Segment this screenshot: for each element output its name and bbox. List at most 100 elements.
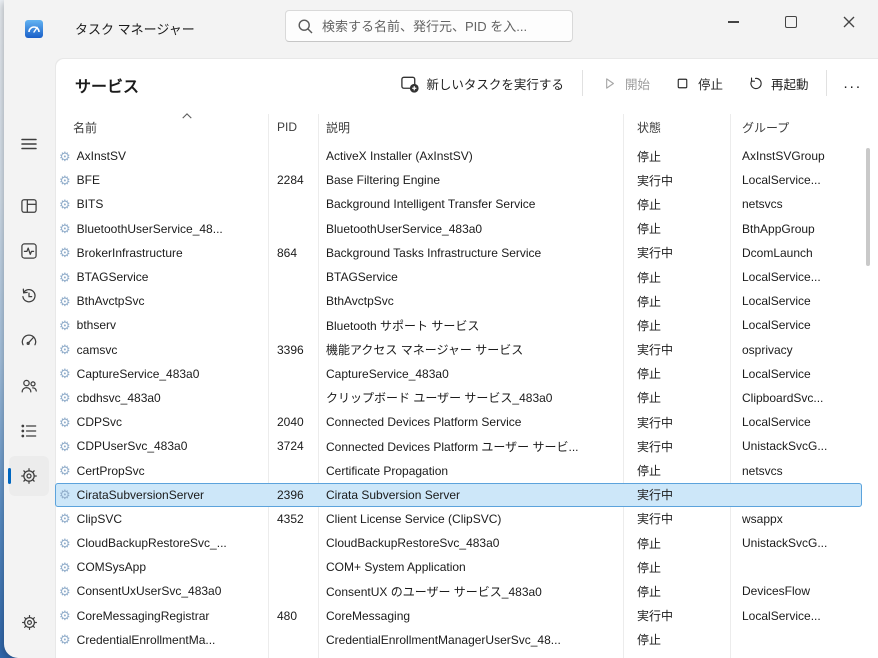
table-row[interactable]: ⚙CryptSvc 2400 Cryptographic Services 実行… bbox=[55, 652, 862, 658]
service-status: 実行中 bbox=[623, 510, 730, 527]
table-row[interactable]: ⚙CaptureService_483a0 CaptureService_483… bbox=[55, 362, 862, 386]
task-manager-app-icon bbox=[25, 20, 43, 38]
run-new-task-button[interactable]: 新しいタスクを実行する bbox=[390, 67, 574, 100]
service-name: CirataSubversionServer bbox=[77, 488, 204, 502]
service-group: LocalService bbox=[730, 367, 862, 381]
table-row[interactable]: ⚙AxInstSV ActiveX Installer (AxInstSV) 停… bbox=[55, 144, 862, 168]
column-header-name[interactable]: 名前 bbox=[55, 112, 268, 142]
maximize-button[interactable] bbox=[762, 0, 820, 44]
column-header-status[interactable]: 状態 bbox=[623, 112, 730, 142]
table-row[interactable]: ⚙cbdhsvc_483a0 クリップボード ユーザー サービス_483a0 停… bbox=[55, 386, 862, 410]
service-description: クリップボード ユーザー サービス_483a0 bbox=[318, 389, 623, 406]
sidebar-item-details[interactable] bbox=[9, 411, 49, 451]
service-group: UnistackSvcG... bbox=[730, 536, 862, 550]
start-button[interactable]: 開始 bbox=[591, 67, 660, 100]
table-row[interactable]: ⚙BFE 2284 Base Filtering Engine 実行中 Loca… bbox=[55, 168, 862, 192]
processes-icon bbox=[19, 196, 39, 216]
service-description: BthAvctpSvc bbox=[318, 294, 623, 308]
toolbar: サービス 新しいタスクを実行する 開始 bbox=[55, 58, 878, 108]
service-description: Certificate Propagation bbox=[318, 464, 623, 478]
toolbar-separator bbox=[826, 70, 827, 96]
minimize-button[interactable] bbox=[704, 0, 762, 44]
table-row[interactable]: ⚙CirataSubversionServer 2396 Cirata Subv… bbox=[55, 483, 862, 507]
vertical-scrollbar[interactable] bbox=[866, 148, 870, 266]
service-status: 停止 bbox=[623, 148, 730, 165]
service-group: netsvcs bbox=[730, 197, 862, 211]
service-gear-icon: ⚙ bbox=[59, 464, 71, 477]
table-row[interactable]: ⚙CertPropSvc Certificate Propagation 停止 … bbox=[55, 458, 862, 482]
table-row[interactable]: ⚙BthAvctpSvc BthAvctpSvc 停止 LocalService bbox=[55, 289, 862, 313]
table-row[interactable]: ⚙camsvc 3396 機能アクセス マネージャー サービス 実行中 ospr… bbox=[55, 338, 862, 362]
service-gear-icon: ⚙ bbox=[59, 633, 71, 646]
details-icon bbox=[19, 421, 39, 441]
table-row[interactable]: ⚙BTAGService BTAGService 停止 LocalService… bbox=[55, 265, 862, 289]
table-row[interactable]: ⚙CDPSvc 2040 Connected Devices Platform … bbox=[55, 410, 862, 434]
service-status: 停止 bbox=[623, 269, 730, 286]
sidebar-item-processes[interactable] bbox=[9, 186, 49, 226]
service-status: 停止 bbox=[623, 583, 730, 600]
service-group: LocalService... bbox=[730, 609, 862, 623]
service-group: DevicesFlow bbox=[730, 584, 862, 598]
column-header-pid[interactable]: PID bbox=[268, 112, 318, 142]
table-row[interactable]: ⚙BITS Background Intelligent Transfer Se… bbox=[55, 192, 862, 216]
service-description: Background Intelligent Transfer Service bbox=[318, 197, 623, 211]
table-row[interactable]: ⚙CloudBackupRestoreSvc_... CloudBackupRe… bbox=[55, 531, 862, 555]
new-task-icon bbox=[400, 74, 419, 93]
table-row[interactable]: ⚙BrokerInfrastructure 864 Background Tas… bbox=[55, 241, 862, 265]
column-header-group[interactable]: グループ bbox=[730, 112, 862, 142]
service-group: ClipboardSvc... bbox=[730, 391, 862, 405]
sidebar-item-performance[interactable] bbox=[9, 231, 49, 271]
service-group: osprivacy bbox=[730, 343, 862, 357]
service-gear-icon: ⚙ bbox=[59, 222, 71, 235]
more-options-button[interactable]: ... bbox=[835, 68, 870, 99]
table-row[interactable]: ⚙ClipSVC 4352 Client License Service (Cl… bbox=[55, 507, 862, 531]
minimize-icon bbox=[728, 21, 739, 22]
stop-button[interactable]: 停止 bbox=[664, 67, 733, 100]
sidebar bbox=[4, 58, 55, 658]
service-description: CaptureService_483a0 bbox=[318, 367, 623, 381]
start-label: 開始 bbox=[625, 74, 650, 93]
stop-label: 停止 bbox=[698, 74, 723, 93]
service-description: ActiveX Installer (AxInstSV) bbox=[318, 149, 623, 163]
table-row[interactable]: ⚙ConsentUxUserSvc_483a0 ConsentUX のユーザー … bbox=[55, 579, 862, 603]
toolbar-separator bbox=[582, 70, 583, 96]
sidebar-item-services[interactable] bbox=[9, 456, 49, 496]
service-description: BTAGService bbox=[318, 270, 623, 284]
service-name: BluetoothUserService_48... bbox=[77, 222, 223, 236]
sidebar-item-users[interactable] bbox=[9, 366, 49, 406]
sidebar-item-startup-apps[interactable] bbox=[9, 321, 49, 361]
table-row[interactable]: ⚙BluetoothUserService_48... BluetoothUse… bbox=[55, 217, 862, 241]
close-button[interactable] bbox=[820, 0, 878, 44]
service-status: 停止 bbox=[623, 196, 730, 213]
service-description: CloudBackupRestoreSvc_483a0 bbox=[318, 536, 623, 550]
service-gear-icon: ⚙ bbox=[59, 488, 71, 501]
run-new-task-label: 新しいタスクを実行する bbox=[426, 74, 564, 93]
service-gear-icon: ⚙ bbox=[59, 295, 71, 308]
search-input[interactable] bbox=[285, 10, 573, 42]
column-header-description[interactable]: 説明 bbox=[318, 112, 623, 142]
search-box bbox=[285, 10, 573, 42]
service-gear-icon: ⚙ bbox=[59, 174, 71, 187]
sidebar-item-app-history[interactable] bbox=[9, 276, 49, 316]
table-row[interactable]: ⚙CredentialEnrollmentMa... CredentialEnr… bbox=[55, 628, 862, 652]
service-pid: 3396 bbox=[268, 343, 318, 357]
table-row[interactable]: ⚙CDPUserSvc_483a0 3724 Connected Devices… bbox=[55, 434, 862, 458]
sidebar-item-settings[interactable] bbox=[9, 602, 49, 642]
table-row[interactable]: ⚙CoreMessagingRegistrar 480 CoreMessagin… bbox=[55, 604, 862, 628]
service-status: 停止 bbox=[623, 535, 730, 552]
page-title: サービス bbox=[75, 73, 139, 97]
navigation-menu-button[interactable] bbox=[9, 124, 49, 164]
service-description: 機能アクセス マネージャー サービス bbox=[318, 341, 623, 358]
service-name: BthAvctpSvc bbox=[77, 294, 145, 308]
table-row[interactable]: ⚙bthserv Bluetooth サポート サービス 停止 LocalSer… bbox=[55, 313, 862, 337]
service-gear-icon: ⚙ bbox=[59, 246, 71, 259]
restart-label: 再起動 bbox=[771, 74, 809, 93]
settings-gear-icon bbox=[20, 613, 39, 632]
hamburger-icon bbox=[19, 134, 39, 154]
sort-ascending-icon bbox=[181, 112, 193, 120]
restart-button[interactable]: 再起動 bbox=[737, 67, 819, 100]
service-gear-icon: ⚙ bbox=[59, 271, 71, 284]
table-row[interactable]: ⚙COMSysApp COM+ System Application 停止 bbox=[55, 555, 862, 579]
service-name: BTAGService bbox=[77, 270, 149, 284]
performance-icon bbox=[19, 241, 39, 261]
